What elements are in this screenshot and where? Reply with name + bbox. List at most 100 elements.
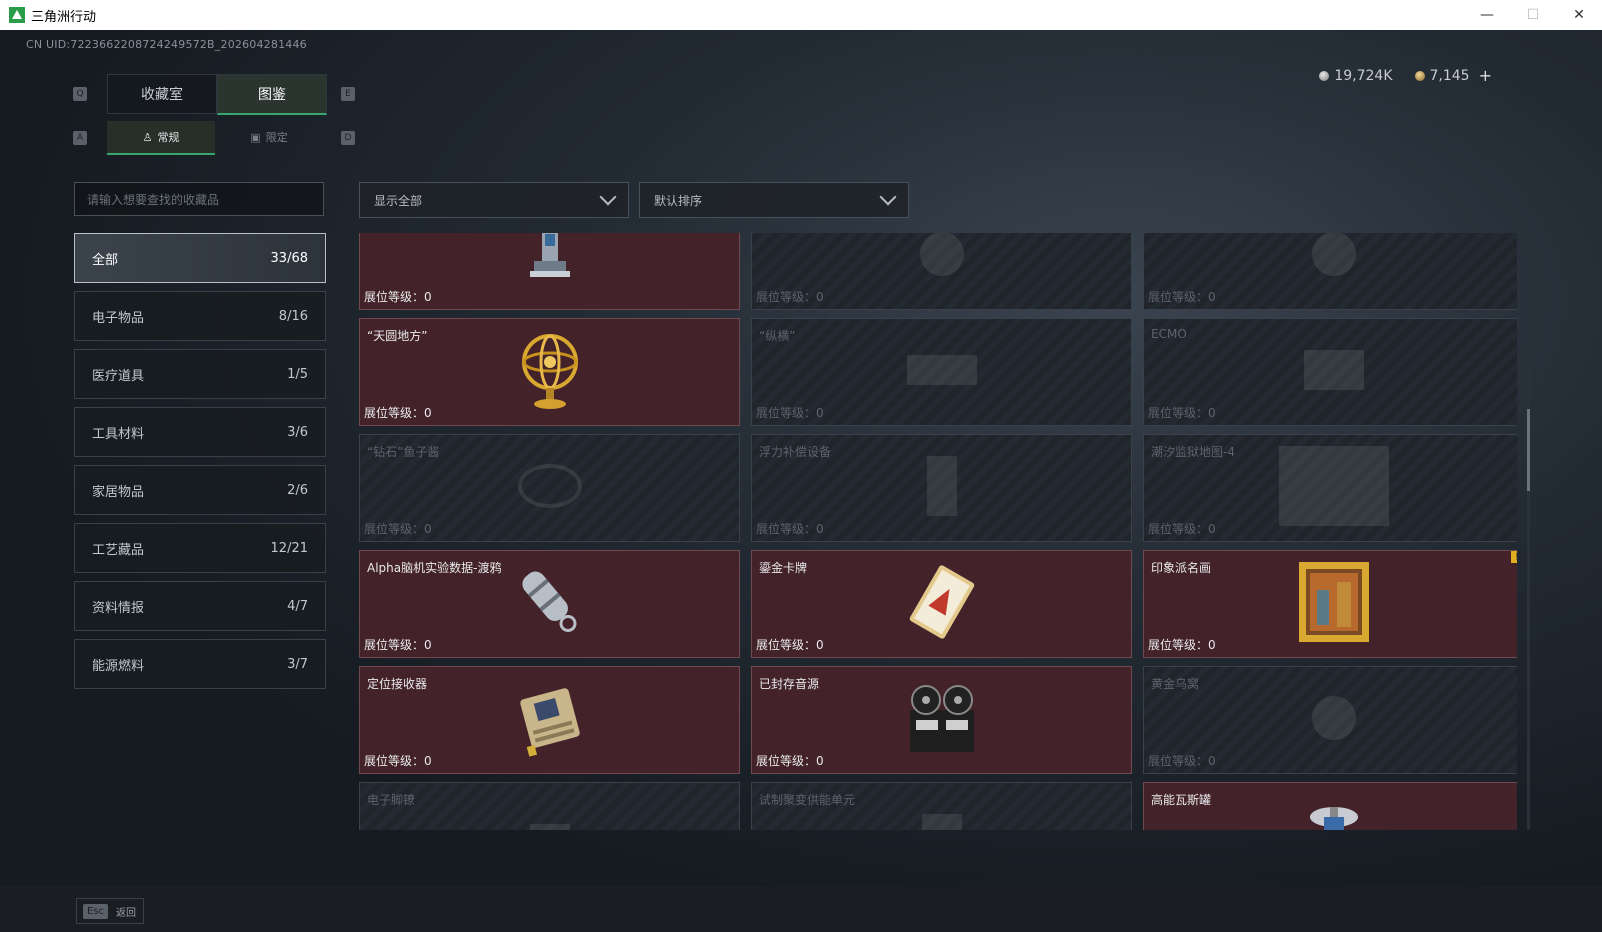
level-label: 展位等级： [1148,638,1209,652]
card-level: 展位等级：0 [364,752,432,769]
card-name: ECMO [1151,327,1187,341]
filter-dropdown[interactable]: 显示全部 [359,182,629,218]
scrollbar-thumb[interactable] [1527,409,1530,491]
level-value: 0 [424,638,432,652]
grid-scrollbar[interactable] [1527,233,1530,830]
gold-currency[interactable]: 7,145 + [1414,66,1492,85]
category-household[interactable]: 家居物品 2/6 [74,465,326,515]
key-hint-d: D [341,131,355,145]
back-button[interactable]: Esc 返回 [76,898,144,924]
card-level: 展位等级：0 [756,288,824,305]
card-name: 鎏金卡牌 [759,561,808,575]
level-value: 0 [1208,754,1216,768]
card-level: 展位等级：0 [1148,752,1216,769]
card-name: “纵横” [759,329,796,343]
window-titlebar: 三角洲行动 — ☐ ✕ [0,0,1602,30]
card-name: 浮力补偿设备 [759,445,832,459]
card-level: 展位等级：0 [756,404,824,421]
card-level: 展位等级：0 [1148,288,1216,305]
collection-card[interactable]: 鎏金卡牌展位等级：0 [751,550,1132,658]
gold-amount: 7,145 [1429,67,1470,84]
category-label: 能源燃料 [92,658,145,674]
key-hint-e: E [341,87,355,101]
silver-currency: 19,724K [1319,66,1393,85]
chevron-down-icon [879,188,897,206]
reel-recorder-icon [902,680,982,760]
level-label: 展位等级： [756,406,817,420]
add-currency-button[interactable]: + [1479,66,1492,85]
image-icon: ▣ [250,130,261,144]
category-tools[interactable]: 工具材料 3/6 [74,407,326,457]
subtab-regular[interactable]: ♙ 常规 [107,121,215,155]
level-value: 0 [1208,638,1216,652]
collection-card[interactable]: “天圆地方” 展位等级：0 [359,318,740,426]
card-name: “天圆地方” [367,329,428,343]
card-level: 展位等级：0 [1148,404,1216,421]
category-energy[interactable]: 能源燃料 3/7 [74,639,326,689]
bottom-bar: Esc 返回 [0,886,1602,932]
minimize-button[interactable]: — [1464,0,1510,30]
collection-card[interactable]: 试制聚变供能单元 [751,782,1132,830]
tab-collection-room[interactable]: 收藏室 [107,74,217,114]
collection-card[interactable]: 定位接收器 展位等级：0 [359,666,740,774]
collection-card[interactable]: 印象派名画展位等级：0! [1143,550,1517,658]
tab-catalog[interactable]: 图鉴 [217,74,327,115]
category-count: 2/6 [287,482,308,498]
collection-card[interactable]: “钻石”鱼子酱 展位等级：0 [359,434,740,542]
collection-card[interactable]: ECMO 展位等级：0 [1143,318,1517,426]
card-level: 展位等级：0 [756,752,824,769]
category-count: 12/21 [270,540,308,556]
level-value: 0 [1208,522,1216,536]
level-value: 0 [816,638,824,652]
category-count: 8/16 [278,308,308,324]
framed-painting-icon [1297,560,1371,648]
search-input[interactable]: 请输入想要查找的收藏品 [74,182,324,216]
collection-card[interactable]: 展位等级：0 [359,233,740,310]
collection-card[interactable]: 高能瓦斯罐 [1143,782,1517,830]
card-level: 展位等级：0 [364,404,432,421]
key-hint-q: Q [73,87,87,101]
card-level: 展位等级：0 [364,636,432,653]
category-list: 全部 33/68 电子物品 8/16 医疗道具 1/5 工具材料 3/6 家居物品 2/6… [74,233,326,697]
card-name: 潮汐监狱地图-4 [1151,445,1235,459]
level-label: 展位等级： [364,522,425,536]
level-value: 0 [424,290,432,304]
category-medical[interactable]: 医疗道具 1/5 [74,349,326,399]
maximize-button[interactable]: ☐ [1510,0,1556,30]
level-label: 展位等级： [364,638,425,652]
collection-card[interactable]: 电子脚镣 [359,782,740,830]
chessboard-icon [902,345,982,399]
back-label: 返回 [116,907,137,919]
collection-card[interactable]: “纵横” 展位等级：0 [751,318,1132,426]
unknown-item-icon [912,233,972,288]
key-hint-a: A [73,131,87,145]
collection-grid: 展位等级：0 展位等级：0 展位等级：0 “天圆地方” 展位等级：0 “纵横” 展位等级：0… [359,233,1517,830]
category-count: 33/68 [270,250,308,266]
card-level: 展位等级：0 [1148,520,1216,537]
ecmo-icon [1294,340,1374,404]
card-level: 展位等级：0 [756,636,824,653]
category-all[interactable]: 全部 33/68 [74,233,326,283]
collection-card[interactable]: 浮力补偿设备 展位等级：0 [751,434,1132,542]
close-button[interactable]: ✕ [1556,0,1602,30]
card-name: 黄金乌窝 [1151,677,1200,691]
collection-card[interactable]: 展位等级：0 [1143,233,1517,310]
category-label: 资料情报 [92,600,145,616]
collection-card[interactable]: 已封存音源 展位等级：0 [751,666,1132,774]
collection-card[interactable]: 潮汐监狱地图-4 展位等级：0 [1143,434,1517,542]
collection-card[interactable]: Alpha脑机实验数据-渡鸦 展位等级：0 [359,550,740,658]
sort-dropdown[interactable]: 默认排序 [639,182,909,218]
collection-card[interactable]: 展位等级：0 [751,233,1132,310]
category-electronics[interactable]: 电子物品 8/16 [74,291,326,341]
filter-label: 显示全部 [374,193,423,208]
category-count: 1/5 [287,366,308,382]
card-name: “钻石”鱼子酱 [367,445,440,459]
flask-icon: ♙ [142,130,153,144]
card-level: 展位等级：0 [364,288,432,305]
game-viewport: CN UID:7223662208724249572B_202604281446… [0,30,1602,932]
subtab-limited[interactable]: ▣ 限定 [215,121,323,153]
collection-card[interactable]: 黄金乌窝展位等级：0 [1143,666,1517,774]
category-intel[interactable]: 资料情报 4/7 [74,581,326,631]
category-crafts[interactable]: 工艺藏品 12/21 [74,523,326,573]
card-name: 印象派名画 [1151,561,1212,575]
